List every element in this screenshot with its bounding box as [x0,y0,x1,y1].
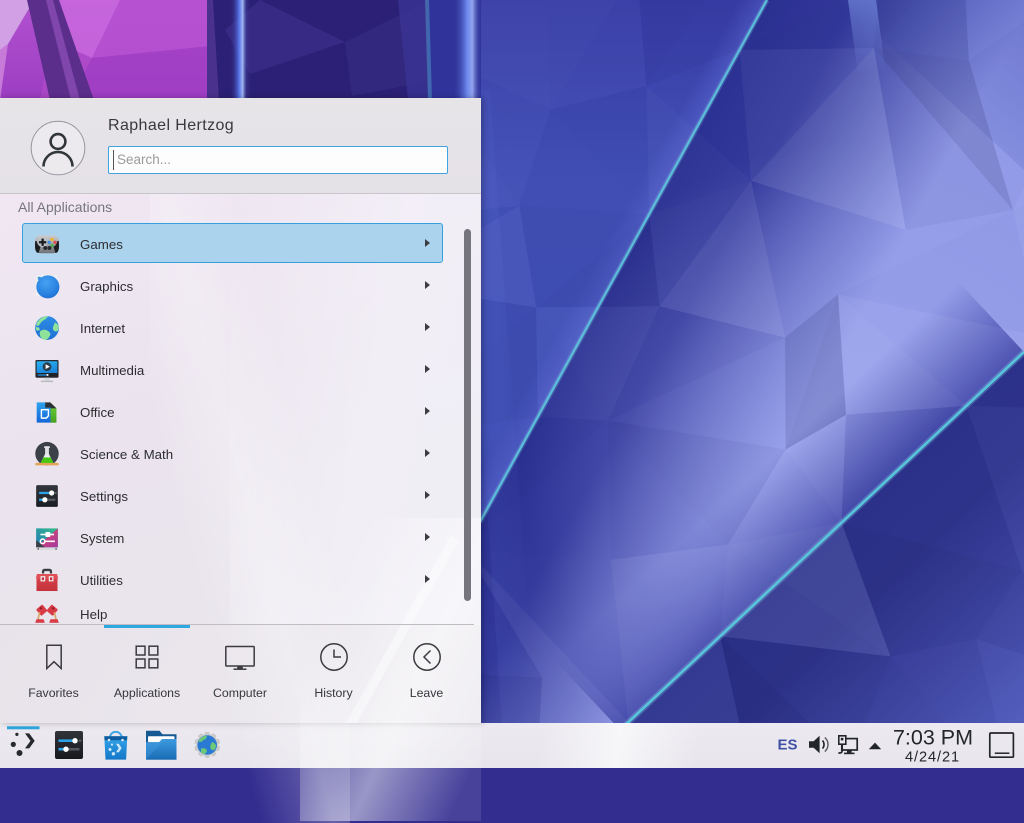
svg-text:4/24/21: 4/24/21 [905,749,960,765]
svg-text:ES: ES [777,737,797,754]
svg-text:7:03 PM: 7:03 PM [893,726,973,750]
